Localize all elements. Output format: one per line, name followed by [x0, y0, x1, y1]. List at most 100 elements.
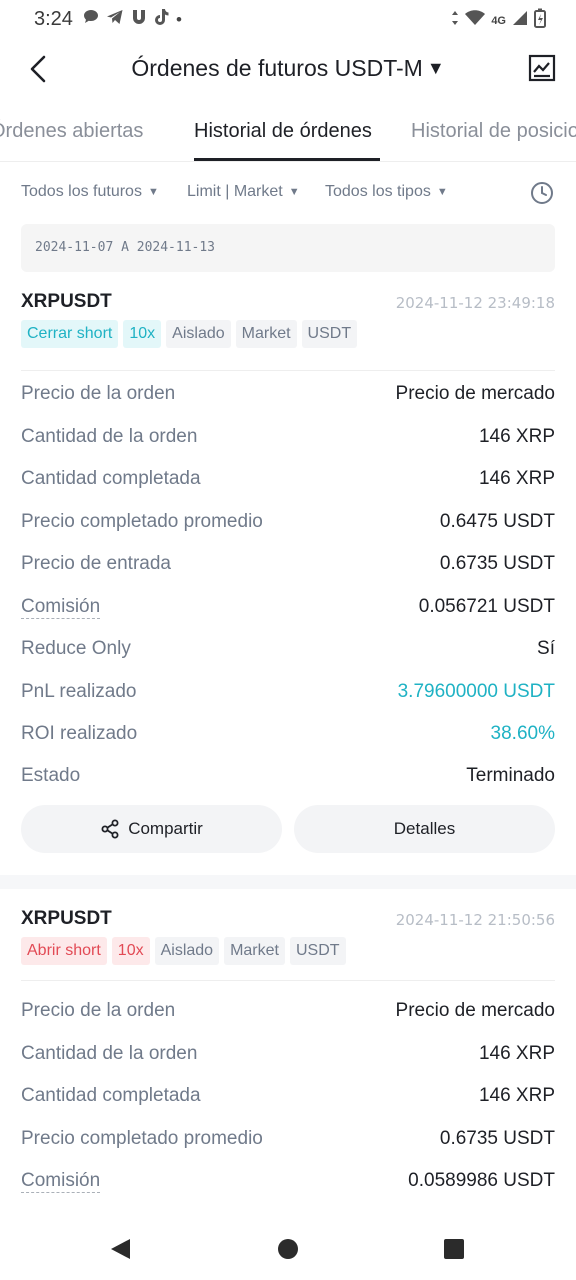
detail-row: Precio de la orden Precio de mercado [21, 996, 555, 1026]
detail-row: Precio completado promedio 0.6735 USDT [21, 1124, 555, 1154]
page-title: Órdenes de futuros USDT-M [131, 55, 423, 81]
details-button[interactable]: Detalles [294, 805, 555, 853]
active-tab-indicator [194, 158, 380, 161]
detail-label: ROI realizado [21, 723, 138, 744]
network-type: 4G [491, 15, 506, 27]
commission-label[interactable]: Comisión [21, 596, 101, 619]
filter-order-type[interactable]: Limit | Market ▼ [187, 183, 300, 201]
order-timestamp: 2024-11-12 21:50:56 [395, 911, 555, 929]
tag-side: Cerrar short [21, 320, 119, 348]
order-symbol: XRPUSDT [21, 291, 112, 312]
signal-icon [512, 10, 528, 32]
tab-bar: Órdenes abiertas Historial de órdenes Hi… [0, 100, 576, 162]
detail-row: Reduce Only Sí [21, 634, 555, 664]
square-recents-icon [444, 1239, 464, 1259]
detail-row: Comisión 0.056721 USDT [21, 592, 555, 622]
detail-label: Cantidad completada [21, 1085, 201, 1106]
tag-side: Abrir short [21, 937, 107, 965]
realized-pnl-value: 3.79600000 USDT [397, 681, 555, 702]
app-header: Órdenes de futuros USDT-M ▼ [0, 38, 576, 100]
triangle-back-icon [111, 1239, 130, 1259]
detail-value: Precio de mercado [395, 1000, 555, 1021]
battery-icon [534, 8, 546, 34]
detail-label: Reduce Only [21, 638, 131, 659]
tag-asset: USDT [301, 320, 358, 348]
tag-margin-mode: Aislado [166, 320, 231, 348]
detail-label: Precio de la orden [21, 383, 176, 404]
caret-down-icon: ▼ [288, 186, 300, 198]
nav-recents-button[interactable] [441, 1236, 467, 1262]
detail-value: 0.6735 USDT [439, 553, 555, 574]
chart-icon [528, 54, 556, 82]
wifi-icon [465, 10, 486, 32]
tag-order-type: Market [224, 937, 285, 965]
detail-row: Precio de entrada 0.6735 USDT [21, 549, 555, 579]
detail-row: Precio completado promedio 0.6475 USDT [21, 507, 555, 537]
date-range-field[interactable]: 2024-11-07 A 2024-11-13 [21, 224, 555, 272]
detail-row: Comisión 0.0589986 USDT [21, 1166, 555, 1196]
detail-label: Precio de entrada [21, 553, 171, 574]
detail-label: Cantidad de la orden [21, 1043, 198, 1064]
detail-label: PnL realizado [21, 681, 137, 702]
detail-label: Precio completado promedio [21, 511, 263, 532]
chart-button[interactable] [528, 54, 556, 82]
detail-label: Cantidad completada [21, 468, 201, 489]
clock-icon [531, 182, 553, 204]
status-time: 3:24 [34, 8, 73, 30]
message-icon [82, 8, 100, 31]
commission-label[interactable]: Comisión [21, 1170, 101, 1193]
caret-down-icon: ▼ [147, 186, 159, 198]
tab-position-history[interactable]: Historial de posiciones [411, 120, 576, 143]
divider [21, 370, 555, 371]
detail-value: 0.056721 USDT [418, 596, 555, 617]
filter-bar: Todos los futuros ▼ Limit | Market ▼ Tod… [0, 175, 576, 213]
time-filter-button[interactable] [530, 181, 554, 205]
tag-leverage: 10x [123, 320, 162, 348]
detail-value: Sí [537, 638, 555, 659]
order-symbol: XRPUSDT [21, 908, 112, 929]
divider [21, 980, 555, 981]
filter-all-types[interactable]: Todos los tipos ▼ [325, 183, 448, 201]
tag-asset: USDT [289, 937, 346, 965]
data-arrows-icon [451, 10, 459, 32]
system-nav-bar [0, 1218, 576, 1280]
filter-order-type-label: Limit | Market [187, 183, 283, 200]
share-label: Compartir [128, 819, 203, 838]
system-icons: 4G [451, 8, 546, 34]
tag-leverage: 10x [111, 937, 150, 965]
section-divider [0, 875, 576, 889]
notification-icons: • [82, 8, 182, 31]
detail-value: 146 XRP [478, 468, 555, 489]
tab-open-orders[interactable]: Órdenes abiertas [0, 120, 143, 143]
status-bar: 3:24 • 4G [0, 0, 576, 38]
filter-futures[interactable]: Todos los futuros ▼ [21, 183, 159, 201]
share-button[interactable]: Compartir [21, 805, 282, 853]
tab-order-history[interactable]: Historial de órdenes [194, 120, 372, 143]
detail-row: Cantidad completada 146 XRP [21, 1081, 555, 1111]
nav-home-button[interactable] [275, 1236, 301, 1262]
tag-order-type: Market [235, 320, 297, 348]
caret-down-icon: ▼ [426, 58, 445, 78]
detail-value: 146 XRP [478, 1043, 555, 1064]
detail-label: Precio de la orden [21, 1000, 176, 1021]
detail-row: PnL realizado 3.79600000 USDT [21, 677, 555, 707]
threads-icon [130, 8, 148, 31]
page-title-dropdown[interactable]: Órdenes de futuros USDT-M ▼ [0, 55, 576, 82]
nav-back-button[interactable] [108, 1236, 134, 1262]
share-icon [101, 819, 119, 839]
order-timestamp: 2024-11-12 23:49:18 [395, 294, 555, 312]
status-value: Terminado [466, 765, 555, 786]
detail-value: Precio de mercado [395, 383, 555, 404]
detail-row: Cantidad completada 146 XRP [21, 464, 555, 494]
circle-home-icon [278, 1239, 298, 1259]
filter-all-types-label: Todos los tipos [325, 183, 431, 200]
detail-value: 0.6475 USDT [439, 511, 555, 532]
detail-row: Cantidad de la orden 146 XRP [21, 422, 555, 452]
detail-row: Precio de la orden Precio de mercado [21, 379, 555, 409]
detail-row: Estado Terminado [21, 761, 555, 791]
detail-label: Estado [21, 765, 81, 786]
detail-value: 146 XRP [478, 1085, 555, 1106]
status-dot: • [176, 9, 182, 29]
order-tags: Abrir short 10x Aislado Market USDT [21, 937, 346, 965]
detail-label: Precio completado promedio [21, 1128, 263, 1149]
